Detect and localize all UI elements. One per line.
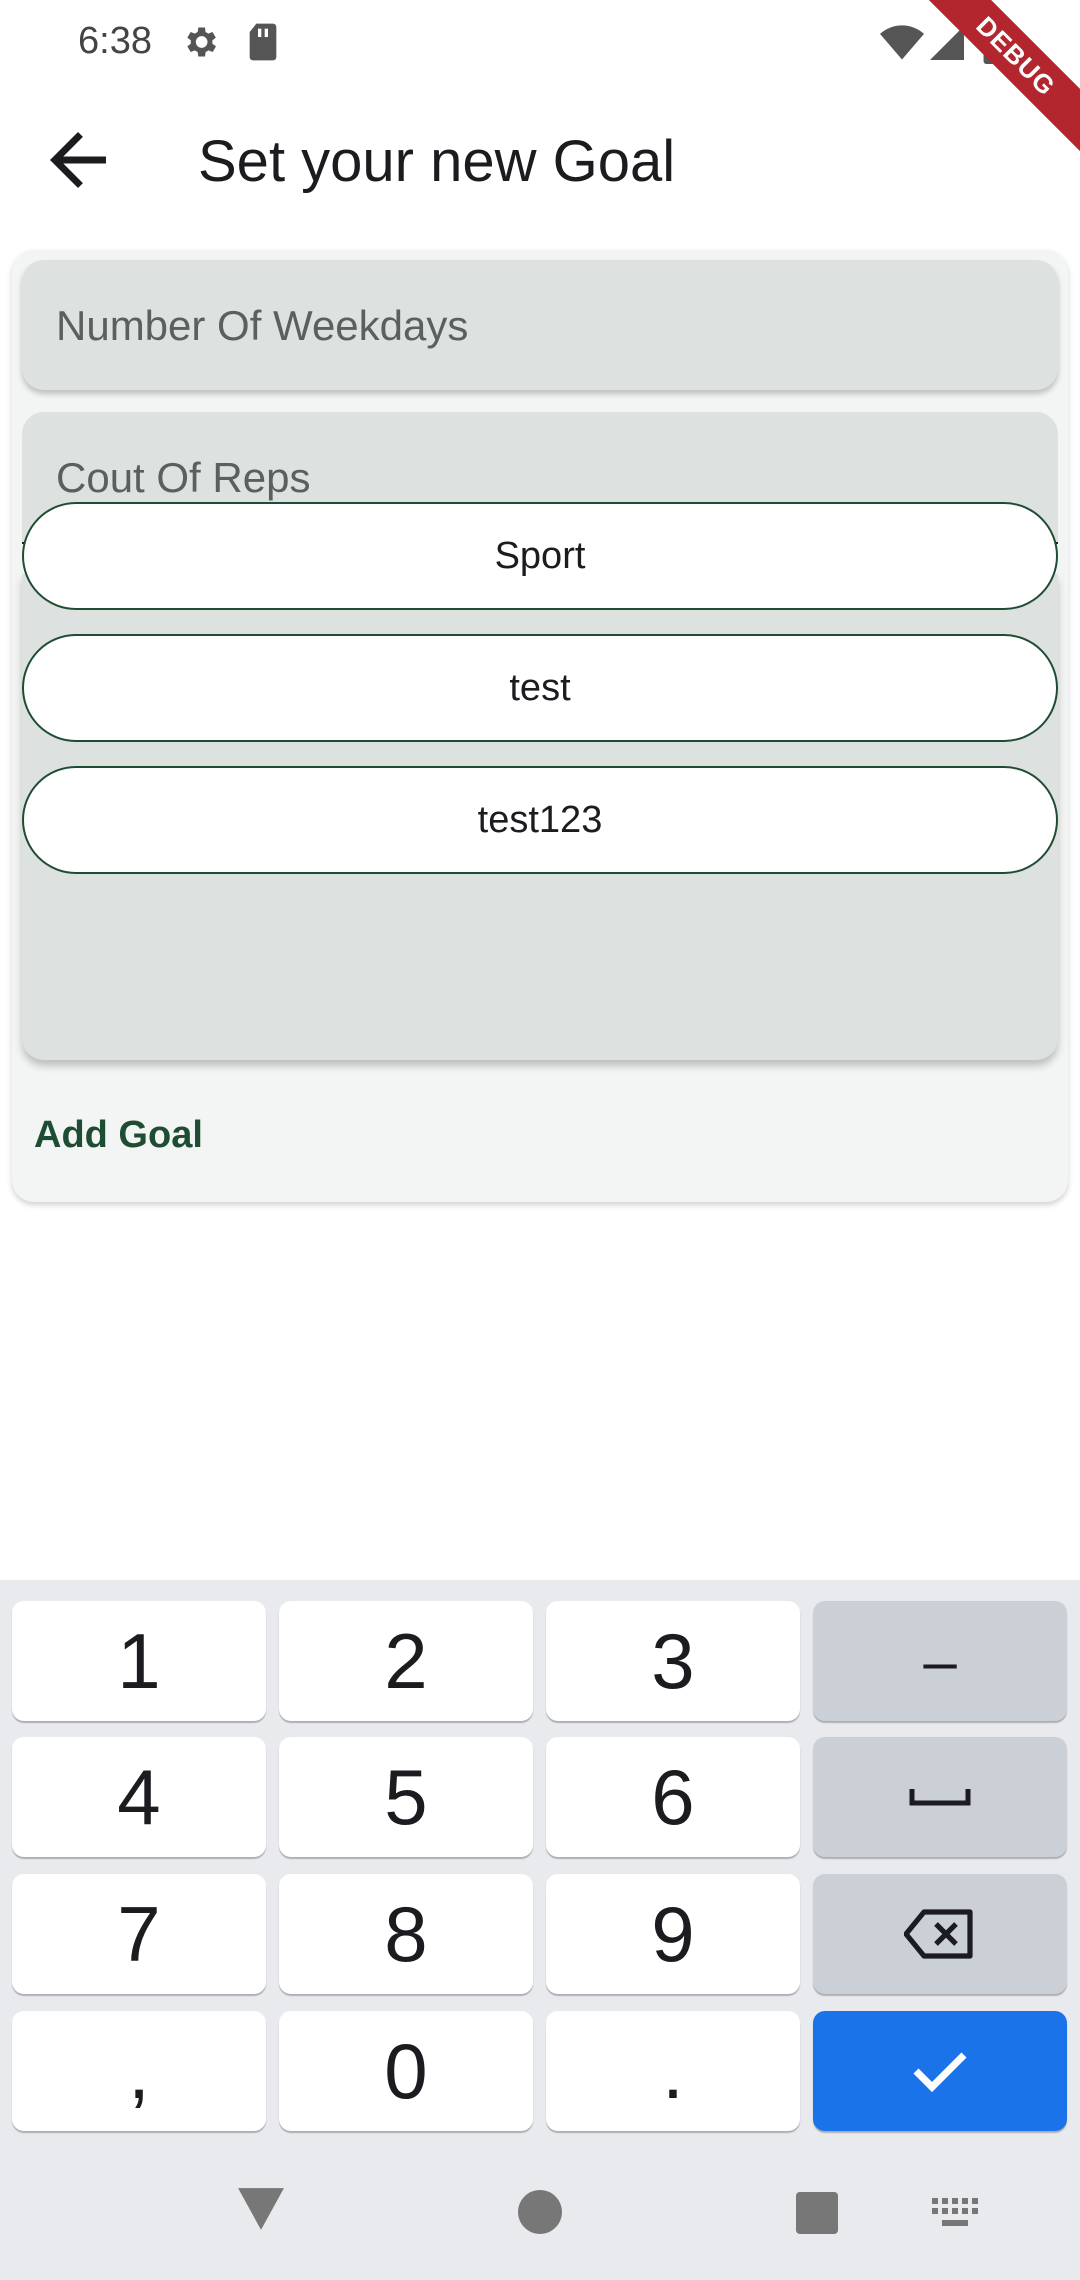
key-6[interactable]: 6 <box>546 1737 800 1857</box>
gear-icon <box>187 27 216 57</box>
check-icon <box>913 2052 967 2093</box>
weekdays-placeholder: Number Of Weekdays <box>56 302 469 349</box>
key-2[interactable]: 2 <box>279 1601 533 1721</box>
page-title: Set your new Goal <box>198 129 676 194</box>
category-button-sport[interactable]: Sport <box>22 502 1058 610</box>
key-minus[interactable]: – <box>813 1601 1067 1721</box>
category-button-test123[interactable]: test123 <box>22 766 1058 874</box>
key-space[interactable] <box>813 1737 1067 1857</box>
key-4[interactable]: 4 <box>12 1737 266 1857</box>
key-period[interactable]: . <box>546 2011 800 2131</box>
key-3[interactable]: 3 <box>546 1601 800 1721</box>
space-icon <box>909 1789 971 1806</box>
key-8[interactable]: 8 <box>279 1874 533 1994</box>
key-backspace[interactable] <box>813 1874 1067 1994</box>
key-comma[interactable]: , <box>12 2011 266 2131</box>
key-9[interactable]: 9 <box>546 1874 800 1994</box>
keyboard-switch-icon[interactable] <box>932 2198 980 2232</box>
key-7[interactable]: 7 <box>12 1874 266 1994</box>
sd-card-icon <box>249 23 277 61</box>
key-1[interactable]: 1 <box>12 1601 266 1721</box>
arrow-back-icon[interactable] <box>36 118 120 202</box>
wifi-icon <box>880 25 924 60</box>
status-time: 6:38 <box>78 20 152 62</box>
status-bar: 6:38 DEBUG <box>0 0 1080 164</box>
goal-form-card: Number Of Weekdays Cout Of Reps Sport te… <box>12 250 1068 1202</box>
nav-back-icon[interactable] <box>236 2186 286 2232</box>
key-5[interactable]: 5 <box>279 1737 533 1857</box>
key-done[interactable] <box>813 2011 1067 2131</box>
weekdays-input[interactable]: Number Of Weekdays <box>22 260 1058 390</box>
add-goal-button[interactable]: Add Goal <box>34 1114 203 1157</box>
nav-home-icon[interactable] <box>518 2190 562 2234</box>
app-bar: Set your new Goal <box>0 90 1080 230</box>
key-0[interactable]: 0 <box>279 2011 533 2131</box>
reps-placeholder: Cout Of Reps <box>56 454 311 501</box>
category-button-test[interactable]: test <box>22 634 1058 742</box>
backspace-icon <box>904 1909 973 1959</box>
nav-recents-icon[interactable] <box>796 2192 838 2234</box>
